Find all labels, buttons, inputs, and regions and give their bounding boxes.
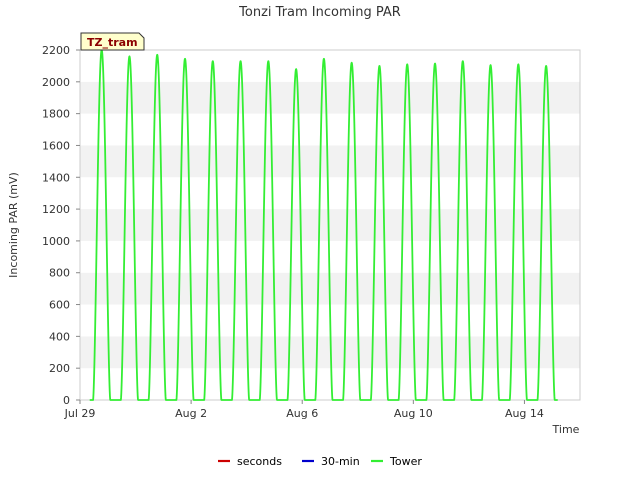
- x-tick-label: Aug 6: [286, 407, 318, 420]
- y-tick-label: 200: [49, 362, 70, 375]
- x-tick-label: Aug 10: [394, 407, 433, 420]
- y-tick-label: 800: [49, 267, 70, 280]
- site-badge-label: TZ_tram: [87, 36, 138, 49]
- y-tick-label: 1400: [42, 171, 70, 184]
- y-tick-label: 600: [49, 299, 70, 312]
- plot-band: [80, 209, 580, 241]
- x-tick-label: Jul 29: [64, 407, 96, 420]
- legend-label-30-min: 30-min: [321, 455, 360, 468]
- plot-band: [80, 177, 580, 210]
- plot-band: [80, 368, 580, 400]
- x-tick-label: Aug 14: [505, 407, 544, 420]
- y-tick-label: 1600: [42, 139, 70, 152]
- plot-band: [80, 145, 580, 178]
- y-tick-label: 2000: [42, 76, 70, 89]
- y-tick-label: 1000: [42, 235, 70, 248]
- site-badge: TZ_tram: [80, 32, 145, 51]
- chart-title: Tonzi Tram Incoming PAR: [238, 5, 401, 20]
- y-tick-label: 0: [63, 394, 70, 407]
- y-tick-label: 2200: [42, 44, 70, 57]
- y-tick-label: 1800: [42, 108, 70, 121]
- y-axis-title: Incoming PAR (mV): [7, 172, 20, 278]
- x-tick-label: Aug 2: [175, 407, 207, 420]
- x-axis-title: Time: [552, 423, 580, 436]
- y-tick-label: 1200: [42, 203, 70, 216]
- y-tick-label: 400: [49, 330, 70, 343]
- legend-label-tower: Tower: [389, 455, 422, 468]
- chart: Tonzi Tram Incoming PAR 0 200 400 600 800 100…: [0, 0, 640, 480]
- legend: seconds 30-min Tower: [218, 455, 422, 468]
- legend-label-seconds: seconds: [237, 455, 282, 468]
